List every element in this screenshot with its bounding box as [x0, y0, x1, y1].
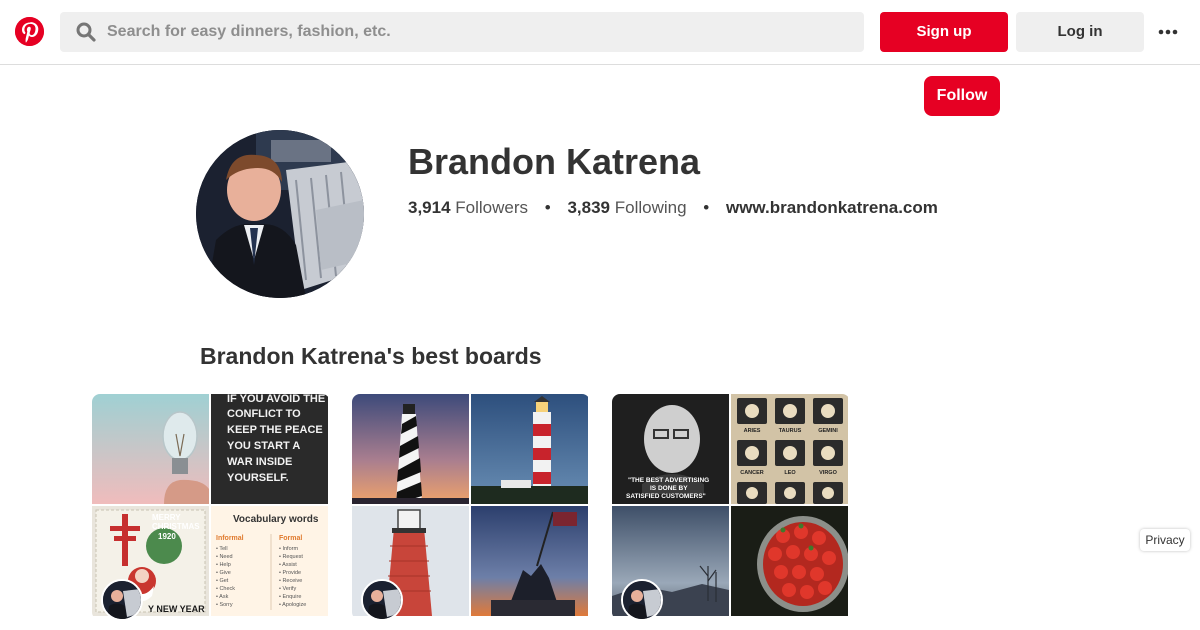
- zodiac-label: CANCER: [740, 470, 764, 476]
- vocab-word: • Provide: [279, 570, 301, 576]
- zodiac-label: VIRGO: [819, 470, 837, 476]
- followers-label: Followers: [455, 198, 529, 217]
- quote-line: IF YOU AVOID THE: [227, 394, 325, 405]
- board-card[interactable]: [352, 394, 590, 620]
- vocab-word: • Apologize: [279, 602, 306, 608]
- quote-caption: "THE BEST ADVERTISING: [628, 477, 709, 484]
- follow-button[interactable]: Follow: [924, 76, 1000, 116]
- board-card[interactable]: "THE BEST ADVERTISING IS DONE BY SATISFI…: [612, 394, 850, 620]
- top-header: Sign up Log in: [0, 0, 1200, 65]
- vocab-word: • Tell: [216, 546, 228, 552]
- board-card[interactable]: IF YOU AVOID THE CONFLICT TO KEEP THE PE…: [92, 394, 330, 620]
- vocab-word: • Need: [216, 554, 233, 560]
- board-cover-image: [471, 394, 588, 504]
- following-label: Following: [614, 198, 687, 217]
- vocab-word: • Check: [216, 586, 235, 592]
- vocab-word: • Enquire: [279, 594, 301, 600]
- vocab-word: • Ask: [216, 594, 229, 600]
- board-owner-avatar: [361, 579, 403, 620]
- board-cover-image: [731, 506, 848, 616]
- following-count: 3,839: [567, 198, 610, 217]
- separator-dot: •: [703, 198, 710, 217]
- stamp-text: 1920: [158, 532, 176, 541]
- quote-line: YOU START A: [227, 440, 300, 452]
- website-link[interactable]: www.brandonkatrena.com: [726, 198, 938, 217]
- quote-line: YOURSELF.: [227, 472, 289, 484]
- more-dots-icon[interactable]: [1156, 22, 1180, 42]
- zodiac-label: TAURUS: [779, 428, 802, 434]
- zodiac-label: GEMINI: [818, 428, 838, 434]
- board-cover-image: [471, 506, 588, 616]
- quote-line: KEEP THE PEACE: [227, 424, 323, 436]
- search-icon: [76, 22, 96, 42]
- quote-caption: IS DONE BY: [650, 485, 688, 492]
- board-cover-image: [92, 394, 209, 504]
- log-in-button[interactable]: Log in: [1016, 12, 1144, 52]
- privacy-link[interactable]: Privacy: [1140, 529, 1190, 551]
- quote-caption: SATISFIED CUSTOMERS": [626, 493, 706, 500]
- sign-up-button[interactable]: Sign up: [880, 12, 1008, 52]
- quote-line: WAR INSIDE: [227, 456, 292, 468]
- quote-line: CONFLICT TO: [227, 408, 301, 420]
- vocab-title: Vocabulary words: [233, 514, 319, 525]
- vocab-word: • Receive: [279, 578, 302, 584]
- zodiac-label: ARIES: [744, 428, 761, 434]
- stamp-text: Y NEW YEAR: [148, 604, 205, 614]
- search-input[interactable]: [107, 12, 847, 52]
- vocab-word: • Sorry: [216, 602, 233, 608]
- board-cover-image: ARIES TAURUS GEMINI CANCER LEO VIRGO: [731, 394, 848, 504]
- vocab-word: • Give: [216, 570, 231, 576]
- board-cover-image: "THE BEST ADVERTISING IS DONE BY SATISFI…: [612, 394, 729, 504]
- followers-count: 3,914: [408, 198, 451, 217]
- board-owner-avatar: [101, 579, 143, 620]
- vocab-word: • Request: [279, 554, 303, 560]
- search-bar[interactable]: [60, 12, 864, 52]
- stamp-text: CHRISTMAS: [152, 522, 200, 531]
- vocab-header: Formal: [279, 535, 302, 542]
- board-cover-image: IF YOU AVOID THE CONFLICT TO KEEP THE PE…: [211, 394, 328, 504]
- vocab-header: Informal: [216, 535, 244, 542]
- vocab-word: • Get: [216, 578, 229, 584]
- stamp-text: MERRY: [152, 513, 181, 522]
- followers-link[interactable]: 3,914 Followers: [408, 198, 528, 217]
- board-cover-image: Vocabulary words Informal Formal • Tell …: [211, 506, 328, 616]
- vocab-word: • Inform: [279, 546, 298, 552]
- pinterest-logo-icon[interactable]: [15, 17, 44, 46]
- vocab-word: • Help: [216, 562, 231, 568]
- vocab-word: • Assist: [279, 562, 297, 568]
- zodiac-label: LEO: [784, 470, 796, 476]
- profile-avatar: [196, 130, 364, 298]
- vocab-word: • Verify: [279, 586, 296, 592]
- following-link[interactable]: 3,839 Following: [567, 198, 686, 217]
- profile-name: Brandon Katrena: [408, 141, 701, 182]
- board-owner-avatar: [621, 579, 663, 620]
- board-cover-image: [352, 394, 469, 504]
- profile-stats: 3,914 Followers • 3,839 Following • www.…: [408, 198, 938, 218]
- boards-section-title: Brandon Katrena's best boards: [200, 343, 542, 369]
- separator-dot: •: [544, 198, 551, 217]
